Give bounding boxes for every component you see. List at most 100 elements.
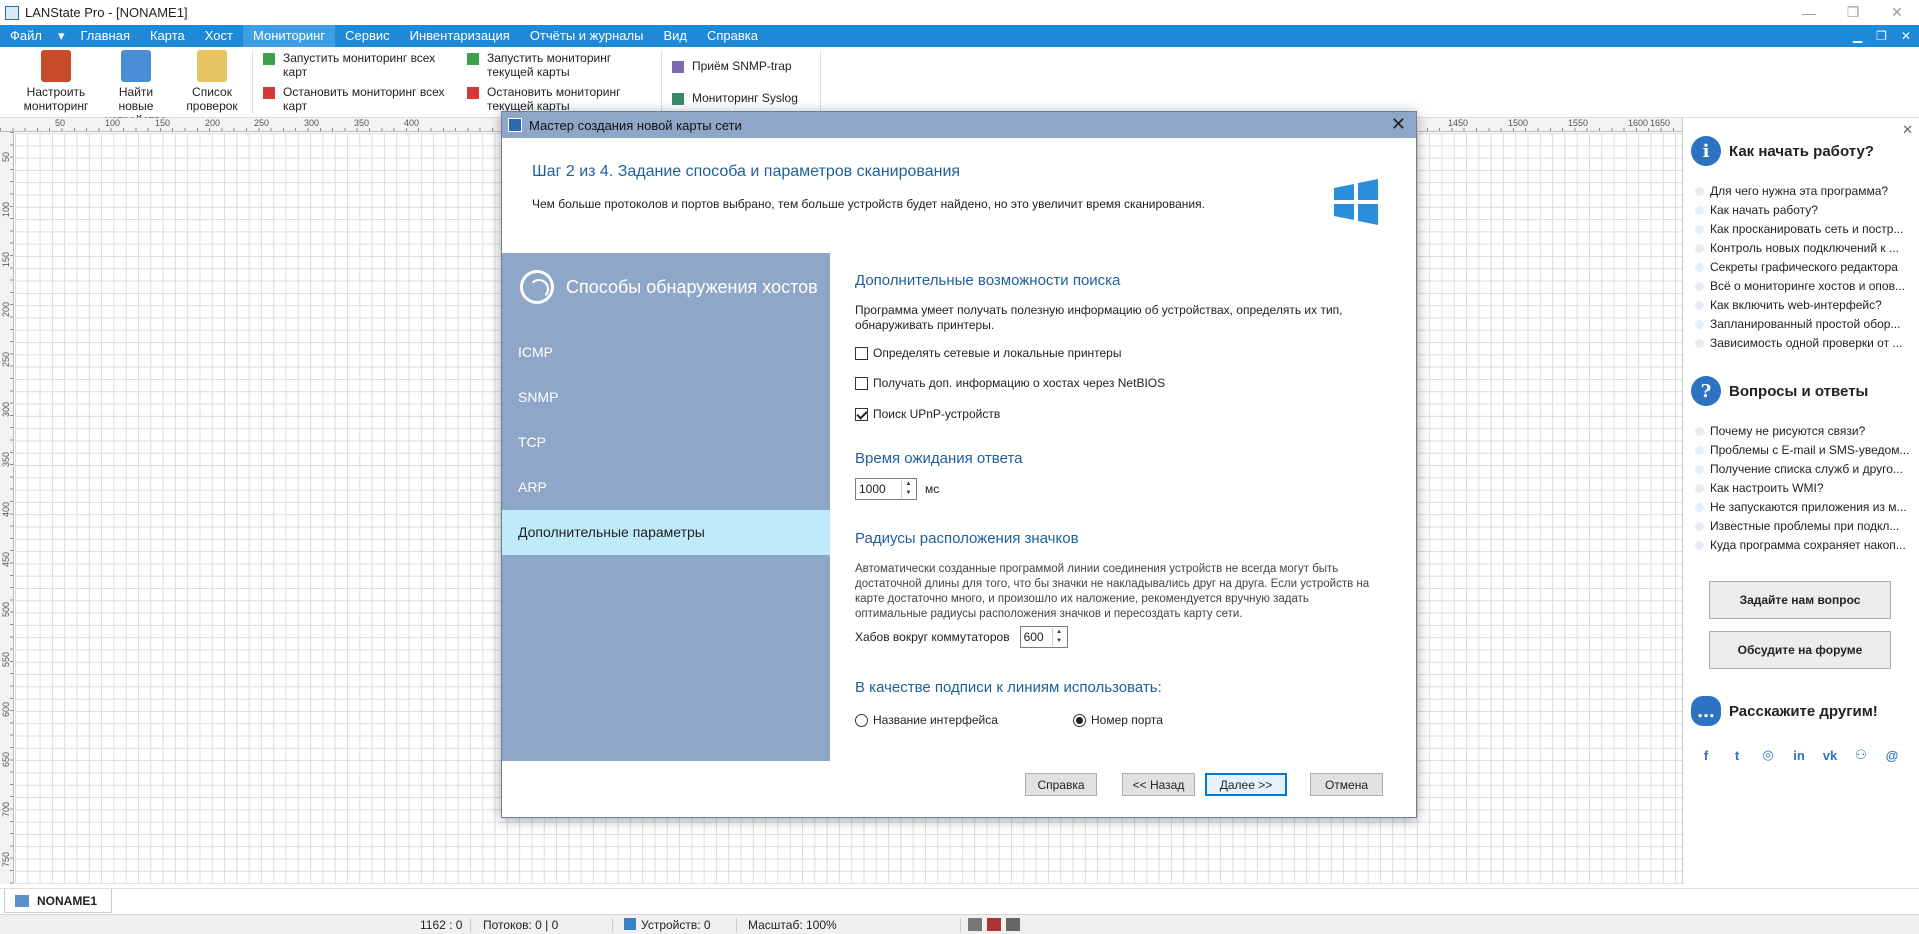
- ruler-label: 150: [1, 252, 11, 268]
- spin-arrows[interactable]: ▲ ▼: [1051, 628, 1066, 646]
- menu-help[interactable]: Справка: [697, 25, 768, 47]
- cancel-button[interactable]: Отмена: [1310, 773, 1383, 796]
- find-new-devices-button[interactable]: Найти новые устройства: [100, 50, 172, 127]
- mdi-restore-icon[interactable]: ❐: [1876, 29, 1887, 43]
- syslog-button[interactable]: Мониторинг Syslog: [672, 91, 832, 105]
- nav-item-arp[interactable]: ARP: [502, 465, 830, 510]
- help-link[interactable]: Как включить web-интерфейс?: [1693, 296, 1915, 315]
- spin-up-icon[interactable]: ▲: [1053, 628, 1066, 637]
- timeout-stepper[interactable]: 1000 ▲ ▼ мс: [855, 478, 939, 500]
- ribbon-separator: [820, 51, 821, 113]
- help-link[interactable]: Как просканировать сеть и постр...: [1693, 220, 1915, 239]
- help-link[interactable]: Для чего нужна эта программа?: [1693, 182, 1915, 201]
- spin-up-icon[interactable]: ▲: [902, 480, 915, 489]
- rss-icon[interactable]: ◎: [1759, 746, 1777, 764]
- menu-map[interactable]: Карта: [140, 25, 195, 47]
- help-button[interactable]: Справка: [1025, 773, 1097, 796]
- mdi-close-icon[interactable]: ✕: [1901, 29, 1911, 43]
- vk-icon[interactable]: vk: [1821, 746, 1839, 764]
- faq-link[interactable]: Не запускаются приложения из м...: [1693, 498, 1915, 517]
- next-button[interactable]: Далее >>: [1205, 773, 1287, 796]
- menu-reports[interactable]: Отчёты и журналы: [520, 25, 654, 47]
- radio-interface-name[interactable]: Название интерфейса: [855, 713, 998, 727]
- menu-host[interactable]: Хост: [195, 25, 243, 47]
- minimize-icon[interactable]: —: [1787, 0, 1831, 25]
- checks-list-button[interactable]: Список проверок: [176, 50, 248, 113]
- nav-item-icmp[interactable]: ICMP: [502, 330, 830, 375]
- hubs-radius-input[interactable]: 600 ▲ ▼: [1019, 626, 1068, 648]
- detect-printers-checkbox[interactable]: Определять сетевые и локальные принтеры: [855, 346, 1121, 360]
- checkbox-box[interactable]: [855, 346, 868, 360]
- menu-monitoring[interactable]: Мониторинг: [243, 25, 336, 47]
- close-icon[interactable]: ✕: [1391, 114, 1406, 135]
- chevron-down-icon[interactable]: ▾: [52, 25, 71, 47]
- menu-service[interactable]: Сервис: [335, 25, 400, 47]
- menu-home[interactable]: Главная: [71, 25, 140, 47]
- devices-icon: [624, 918, 636, 930]
- close-icon[interactable]: ✕: [1902, 122, 1913, 138]
- tray-monitor-icon[interactable]: [968, 918, 982, 931]
- help-link[interactable]: Всё о мониторинге хостов и опов...: [1693, 277, 1915, 296]
- maximize-icon[interactable]: ❐: [1831, 0, 1875, 25]
- nav-item-advanced[interactable]: Дополнительные параметры: [502, 510, 830, 555]
- snmp-trap-button[interactable]: Приём SNMP-trap: [672, 59, 832, 73]
- faq-link[interactable]: Куда программа сохраняет накоп...: [1693, 536, 1915, 555]
- community-icon[interactable]: ⚇: [1852, 746, 1870, 764]
- radio-port-number[interactable]: Номер порта: [1073, 713, 1163, 727]
- checkbox-box[interactable]: [855, 376, 868, 390]
- facebook-icon[interactable]: f: [1697, 746, 1715, 764]
- nav-item-tcp[interactable]: TCP: [502, 420, 830, 465]
- spin-arrows[interactable]: ▲ ▼: [901, 480, 915, 498]
- twitter-icon[interactable]: t: [1728, 746, 1746, 764]
- statusbar: 1162 : 0 Потоков: 0 | 0 Устройств: 0 Мас…: [0, 914, 1919, 934]
- menu-view[interactable]: Вид: [653, 25, 697, 47]
- ruler-label: 200: [1, 302, 11, 318]
- timeout-input[interactable]: 1000 ▲ ▼: [855, 478, 917, 500]
- start-all-maps-button[interactable]: Запустить мониторинг всех карт: [263, 51, 453, 79]
- configure-monitoring-button[interactable]: Настроить мониторинг: [20, 50, 92, 113]
- faq-link[interactable]: Проблемы с E-mail и SMS-уведом...: [1693, 441, 1915, 460]
- radio-button-selected[interactable]: [1073, 713, 1086, 727]
- close-icon[interactable]: ✕: [1875, 0, 1919, 25]
- step-title: Шаг 2 из 4. Задание способа и параметров…: [532, 163, 961, 180]
- discuss-forum-button[interactable]: Обсудите на форуме: [1709, 631, 1891, 669]
- faq-link[interactable]: Получение списка служб и друго...: [1693, 460, 1915, 479]
- ask-question-button[interactable]: Задайте нам вопрос: [1709, 581, 1891, 619]
- linkedin-icon[interactable]: in: [1790, 746, 1808, 764]
- help-link[interactable]: Контроль новых подключений к ...: [1693, 239, 1915, 258]
- syslog-icon: [672, 93, 684, 105]
- nav-item-snmp[interactable]: SNMP: [502, 375, 830, 420]
- menu-file[interactable]: Файл: [0, 25, 52, 47]
- faq-link[interactable]: Как настроить WMI?: [1693, 479, 1915, 498]
- radius-description: Автоматически созданные программой линии…: [855, 563, 1370, 620]
- faq-link[interactable]: Почему не рисуются связи?: [1693, 422, 1915, 441]
- help-link[interactable]: Запланированный простой обор...: [1693, 315, 1915, 334]
- help-link[interactable]: Как начать работу?: [1693, 201, 1915, 220]
- menu-inventory[interactable]: Инвентаризация: [400, 25, 520, 47]
- help-link[interactable]: Секреты графического редактора: [1693, 258, 1915, 277]
- spin-down-icon[interactable]: ▼: [902, 489, 915, 498]
- radio-button[interactable]: [855, 713, 868, 727]
- email-icon[interactable]: @: [1883, 746, 1901, 764]
- tray-settings-icon[interactable]: [1006, 918, 1020, 931]
- netbios-info-checkbox[interactable]: Получать доп. информацию о хостах через …: [855, 376, 1165, 390]
- start-current-map-button[interactable]: Запустить мониторинг текущей карты: [467, 51, 647, 79]
- stop-all-maps-button[interactable]: Остановить мониторинг всех карт: [263, 85, 453, 113]
- hubs-radius-stepper[interactable]: Хабов вокруг коммутаторов 600 ▲ ▼: [855, 626, 1068, 648]
- ruler-label: 50: [1, 152, 11, 163]
- back-button[interactable]: << Назад: [1122, 773, 1195, 796]
- help-link[interactable]: Зависимость одной проверки от ...: [1693, 334, 1915, 353]
- tab-noname1[interactable]: NONAME1: [4, 889, 113, 913]
- upnp-search-checkbox[interactable]: Поиск UPnP-устройств: [855, 407, 1000, 421]
- faq-link[interactable]: Известные проблемы при подкл...: [1693, 517, 1915, 536]
- mdi-minimize-icon[interactable]: ▁: [1853, 29, 1862, 43]
- spin-down-icon[interactable]: ▼: [1053, 637, 1066, 646]
- tray-alert-icon[interactable]: [987, 918, 1001, 931]
- checkbox-box-checked[interactable]: [855, 407, 868, 421]
- ruler-left: 50 100 150 200 250 300 350 400 450 500 550 600 650 70…: [0, 132, 14, 884]
- stop-current-map-button[interactable]: Остановить мониторинг текущей карты: [467, 85, 647, 113]
- menubar: Файл ▾ Главная Карта Хост Мониторинг Сер…: [0, 25, 1919, 47]
- mdi-controls: ▁ ❐ ✕: [1853, 25, 1911, 47]
- ruler-label: 300: [304, 118, 320, 128]
- ruler-label: 250: [1, 352, 11, 368]
